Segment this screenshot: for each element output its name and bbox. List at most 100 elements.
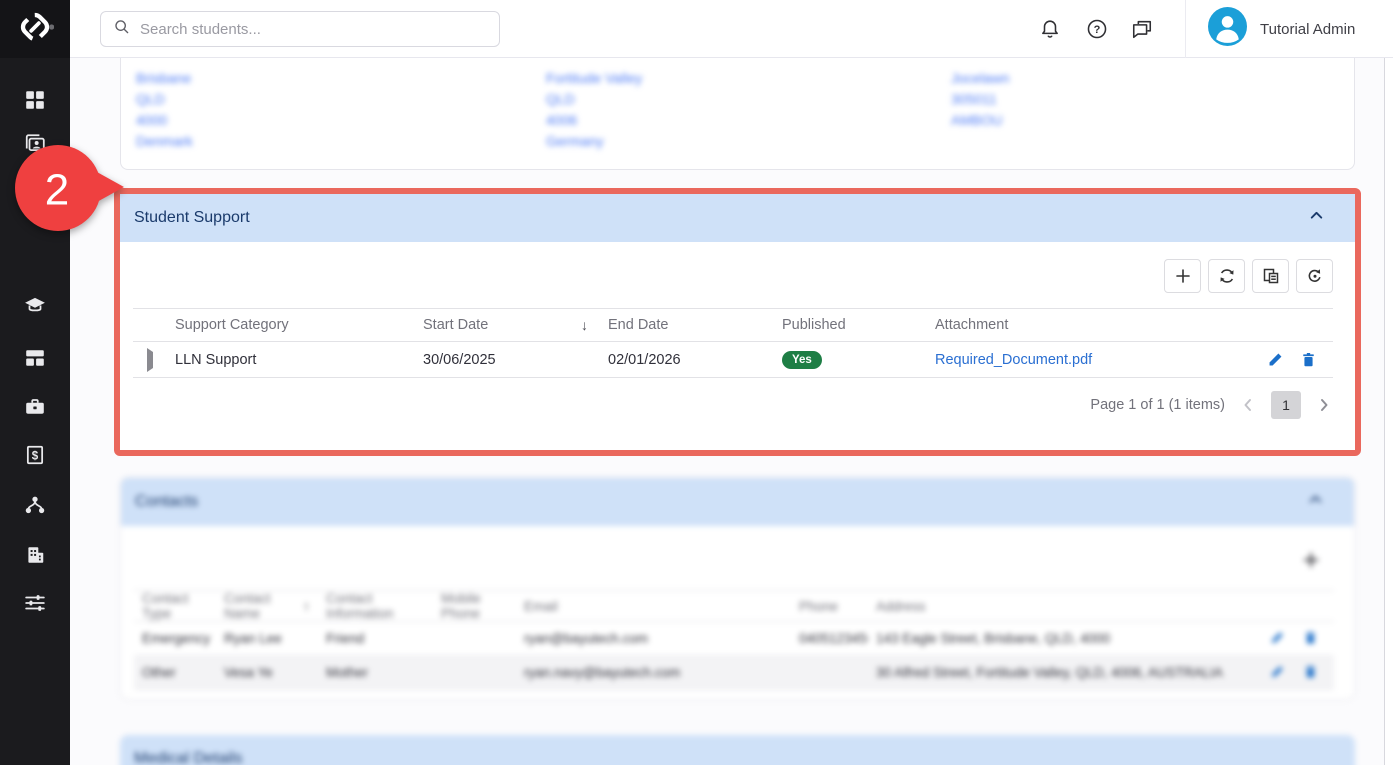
page-summary: Page 1 of 1 (1 items)	[1090, 397, 1225, 413]
dashboard-icon	[24, 98, 46, 115]
cell-start-date: 30/06/2025	[413, 342, 598, 378]
revert-button[interactable]	[1296, 259, 1333, 293]
address-link[interactable]: AMBOU	[951, 110, 1009, 131]
cell-contact-info: Mother	[318, 656, 433, 690]
search-input[interactable]	[140, 21, 487, 38]
attachment-link[interactable]: Required_Document.pdf	[935, 352, 1092, 368]
column-header-phone[interactable]: Phone	[791, 591, 868, 622]
delete-trash-icon[interactable]	[1303, 664, 1320, 681]
cell-address: 143 Eagle Street, Brisbane, QLD, 4000	[868, 622, 1241, 656]
sidebar-item-finance[interactable]: $	[24, 444, 46, 466]
sidebar-item-dashboard[interactable]	[24, 89, 46, 111]
prev-page-icon[interactable]	[1239, 396, 1257, 414]
search-input-wrapper[interactable]	[100, 11, 500, 47]
student-support-header[interactable]: Student Support	[120, 194, 1355, 242]
column-header-start-date[interactable]: Start Date ↓	[413, 309, 598, 342]
column-header-contact-information[interactable]: Contact Information	[318, 591, 433, 622]
layout-icon	[24, 356, 46, 373]
address-link[interactable]: Denmark	[136, 131, 193, 152]
contact-row: Emergency Ryan Lee Friend ryan@bayutech.…	[134, 622, 1334, 656]
panel-title: Student Support	[134, 209, 250, 227]
edit-pencil-icon[interactable]	[1267, 351, 1284, 368]
sort-ascending-icon: ↑	[303, 598, 310, 614]
chat-icon[interactable]	[1130, 17, 1154, 41]
cell-mobile	[433, 656, 516, 690]
address-link[interactable]: Brisbane	[136, 68, 193, 89]
address-link[interactable]: 305011	[951, 89, 1009, 110]
edit-pencil-icon[interactable]	[1270, 630, 1287, 647]
address-link[interactable]: QLD	[136, 89, 193, 110]
contacts-grid: Contact Type Contact Name ↑ Contact Info…	[134, 590, 1332, 690]
column-header-email[interactable]: Email	[516, 591, 791, 622]
address-link[interactable]: 4006	[546, 110, 642, 131]
address-link[interactable]: QLD	[546, 89, 642, 110]
contacts-header[interactable]: Contacts	[121, 478, 1354, 526]
sidebar-item-organisations[interactable]	[24, 544, 46, 566]
page-scrollbar[interactable]	[1384, 58, 1393, 765]
network-icon	[24, 503, 46, 520]
published-badge: Yes	[782, 351, 822, 369]
column-header-contact-type[interactable]: Contact Type	[134, 591, 216, 622]
column-header-address[interactable]: Address	[868, 591, 1241, 622]
sidebar-item-programs[interactable]	[24, 347, 46, 369]
sidebar-item-employers[interactable]	[24, 395, 46, 417]
address-panel: Brisbane QLD 4000 Denmark Fortitude Vall…	[120, 58, 1355, 170]
column-header-contact-name[interactable]: Contact Name ↑	[216, 591, 318, 622]
add-contact-button[interactable]	[1298, 547, 1324, 573]
help-icon[interactable]: ?	[1085, 17, 1109, 41]
column-header-end-date[interactable]: End Date	[598, 309, 772, 342]
sliders-icon	[24, 601, 46, 618]
briefcase-icon	[24, 404, 46, 421]
sidebar-item-courses[interactable]	[24, 294, 46, 316]
address-link[interactable]: Germany	[546, 131, 642, 152]
grid-header-row: Contact Type Contact Name ↑ Contact Info…	[134, 591, 1334, 622]
delete-trash-icon[interactable]	[1300, 351, 1317, 368]
svg-text:$: $	[32, 450, 39, 462]
address-column-residential: Brisbane QLD 4000 Denmark	[136, 68, 193, 152]
edit-pencil-icon[interactable]	[1270, 664, 1287, 681]
topbar: ? Tutorial Admin	[0, 0, 1393, 58]
add-row-button[interactable]	[1164, 259, 1201, 293]
address-column-postal: Fortitude Valley QLD 4006 Germany	[546, 68, 642, 152]
contact-row: Other Vesa Ye Mother ryan.navy@bayutech.…	[134, 656, 1334, 690]
sidebar-item-agents[interactable]	[24, 494, 46, 516]
collapse-chevron-up-icon[interactable]	[1308, 207, 1325, 229]
panel-title: Contacts	[135, 493, 198, 511]
sort-descending-icon: ↓	[581, 317, 588, 333]
notifications-bell-icon[interactable]	[1038, 17, 1062, 41]
building-icon	[24, 553, 46, 570]
column-header-mobile-phone[interactable]: Mobile Phone	[433, 591, 516, 622]
avatar	[1208, 7, 1247, 51]
next-page-icon[interactable]	[1315, 396, 1333, 414]
cell-email: ryan@bayutech.com	[516, 622, 791, 656]
column-chooser-button[interactable]	[1252, 259, 1289, 293]
address-link[interactable]: Jocelawn	[951, 68, 1009, 89]
cell-support-category: LLN Support	[165, 342, 413, 378]
column-header-support-category[interactable]: Support Category	[165, 309, 413, 342]
refresh-button[interactable]	[1208, 259, 1245, 293]
app-logo[interactable]	[0, 0, 70, 58]
brand-icon	[16, 8, 54, 51]
user-name: Tutorial Admin	[1260, 21, 1355, 38]
delete-trash-icon[interactable]	[1303, 630, 1320, 647]
address-link[interactable]: Fortitude Valley	[546, 68, 642, 89]
graduation-cap-icon	[24, 303, 46, 320]
cell-phone: 0405123456	[791, 622, 868, 656]
invoice-dollar-icon: $	[24, 453, 46, 470]
column-header-attachment[interactable]: Attachment	[925, 309, 1252, 342]
student-support-grid: Support Category Start Date ↓ End Date P…	[133, 308, 1333, 378]
address-link[interactable]: 4000	[136, 110, 193, 131]
column-header-published[interactable]: Published	[772, 309, 925, 342]
pagination: Page 1 of 1 (1 items) 1	[1090, 391, 1333, 419]
user-menu[interactable]: Tutorial Admin	[1208, 0, 1355, 58]
cell-contact-type: Emergency	[134, 622, 216, 656]
collapse-chevron-up-icon[interactable]	[1307, 491, 1324, 513]
cell-contact-type: Other	[134, 656, 216, 690]
grid-header-row: Support Category Start Date ↓ End Date P…	[133, 309, 1333, 342]
row-expand-icon[interactable]	[147, 348, 153, 372]
cell-address: 30 Alfred Street, Fortitude Valley, QLD,…	[868, 656, 1241, 690]
medical-details-panel[interactable]: Medical Details	[120, 735, 1355, 765]
contacts-panel: Contacts Contact Type	[120, 477, 1355, 700]
page-number-button[interactable]: 1	[1271, 391, 1301, 419]
sidebar-item-settings[interactable]	[24, 592, 46, 614]
